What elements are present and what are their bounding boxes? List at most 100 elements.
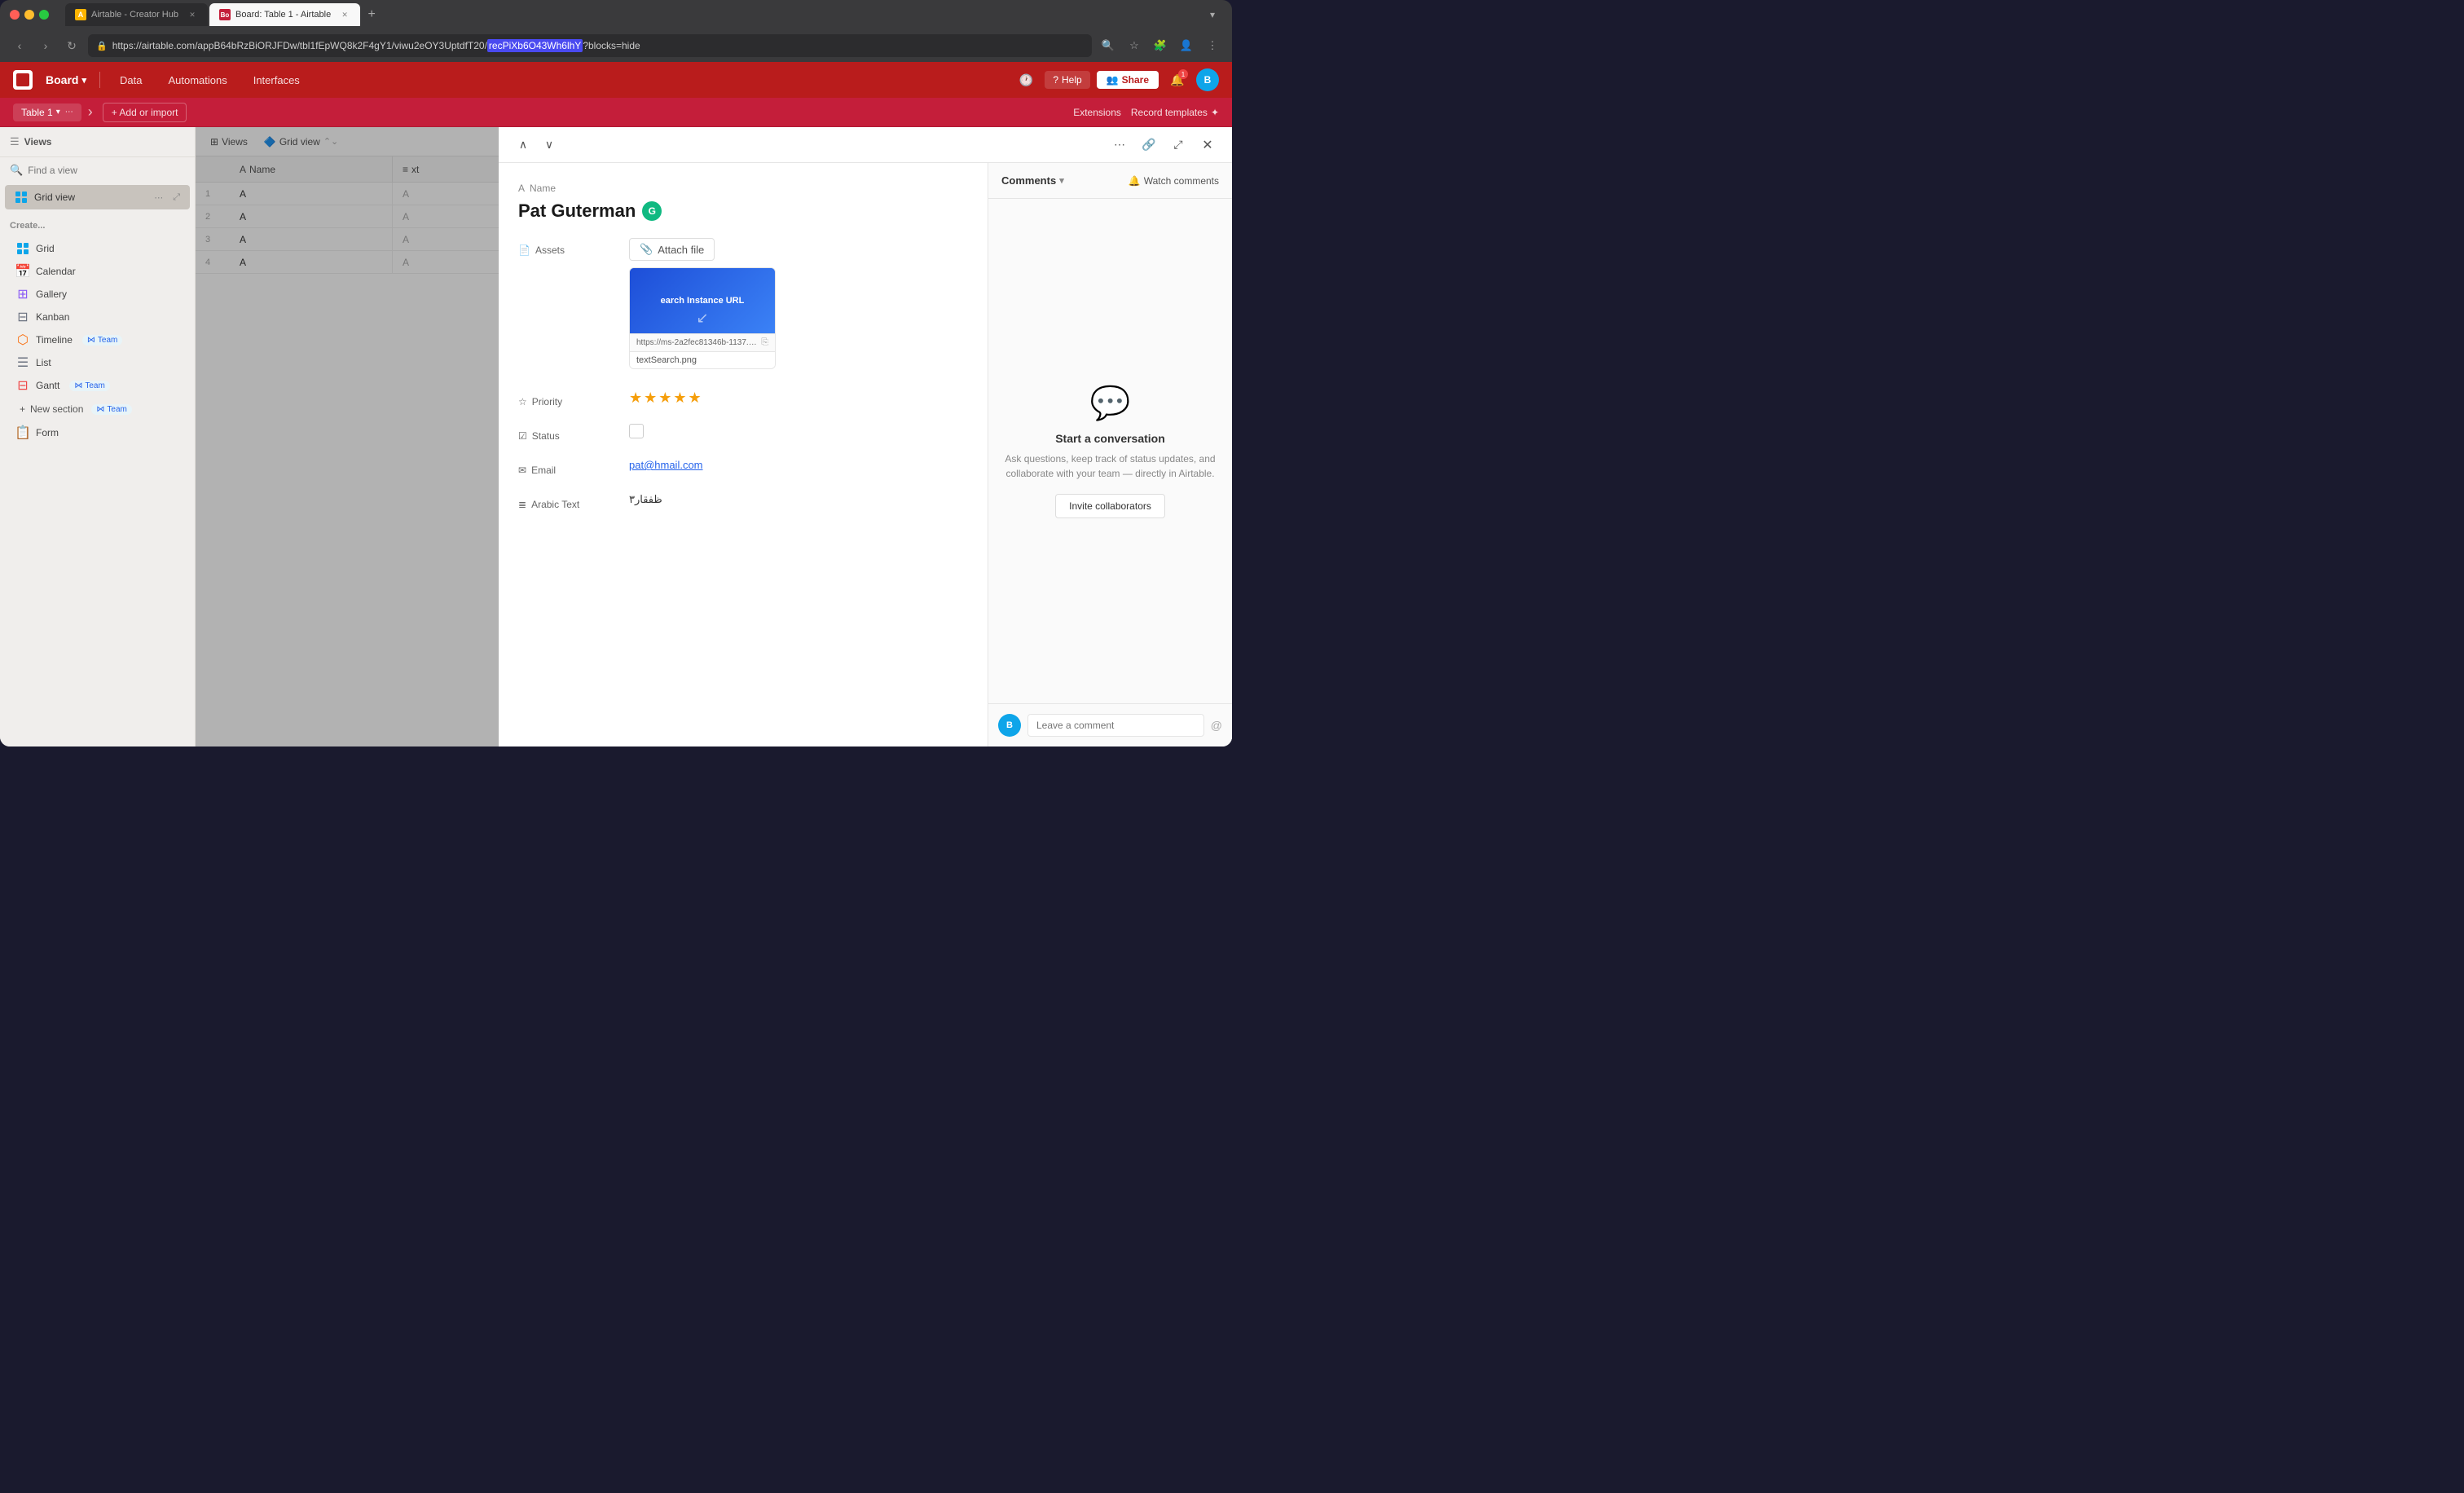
grid-view-more[interactable]: ⋯: [154, 192, 163, 203]
email-field-content[interactable]: pat@hmail.com: [629, 458, 968, 473]
bookmark-icon[interactable]: ☆: [1124, 36, 1144, 55]
at-mention-icon[interactable]: @: [1211, 719, 1222, 732]
notifications-button[interactable]: 🔔 1: [1165, 68, 1190, 92]
modal-link-btn[interactable]: 🔗: [1137, 134, 1160, 156]
new-section-item[interactable]: + New section ⋈ Team: [10, 397, 185, 421]
create-grid-icon: [16, 242, 29, 255]
menu-icon[interactable]: ⋮: [1203, 36, 1222, 55]
create-calendar-label: Calendar: [36, 266, 76, 277]
create-section: Create... Grid: [0, 211, 195, 454]
create-list-item[interactable]: ☰ List: [10, 351, 185, 374]
email-value[interactable]: pat@hmail.com: [629, 459, 703, 471]
top-nav: Board ▾ Data Automations Interfaces 🕐 ? …: [0, 62, 1232, 98]
maximize-window-btn[interactable]: [39, 10, 49, 20]
create-kanban-item[interactable]: ⊟ Kanban: [10, 306, 185, 328]
overlay-text-value: earch Instance URL: [661, 296, 745, 306]
tab-airtable-creator[interactable]: A Airtable - Creator Hub ✕: [65, 3, 208, 26]
invite-collaborators-btn[interactable]: Invite collaborators: [1055, 494, 1165, 518]
status-field-content[interactable]: [629, 424, 968, 438]
record-modal: ∧ ∨ ⋯ 🔗 ⤢ ✕: [499, 127, 1232, 746]
grid-area: ⊞ Views 🔷 Grid view ⌃⌄ A Name: [196, 127, 1232, 746]
url-highlight: recPiXb6O43Wh6lhY: [487, 39, 583, 52]
sidebar-menu-icon: ☰: [10, 135, 20, 148]
priority-stars[interactable]: ★★★★★: [629, 390, 703, 406]
forward-button[interactable]: ›: [36, 36, 55, 55]
attachment-copy-icon[interactable]: ⎘: [761, 337, 768, 348]
create-gantt-label: Gantt: [36, 380, 59, 391]
nav-brand[interactable]: Board ▾: [46, 73, 86, 86]
priority-field-label: ☆ Priority: [518, 390, 616, 407]
interfaces-nav-link[interactable]: Interfaces: [247, 71, 306, 90]
address-actions: 🔍 ☆ 🧩 👤 ⋮: [1098, 36, 1222, 55]
share-button[interactable]: 👥 Share: [1097, 71, 1159, 89]
find-view-input[interactable]: [28, 165, 185, 176]
attachment-card[interactable]: ↙ earch Instance URL: [629, 267, 776, 369]
address-bar: ‹ › ↻ 🔒 https://airtable.com/appB64bRzBi…: [0, 29, 1232, 62]
modal-close-btn[interactable]: ✕: [1196, 134, 1219, 156]
history-icon[interactable]: 🕐: [1014, 68, 1038, 92]
new-section-icon: +: [20, 403, 25, 415]
tab-airtable-close[interactable]: ✕: [187, 9, 198, 20]
attach-file-button[interactable]: 📎 Attach file: [629, 238, 715, 261]
reload-button[interactable]: ↻: [62, 36, 81, 55]
grid-view-expand[interactable]: ⤢: [173, 192, 180, 203]
create-form-item[interactable]: 📋 Form: [10, 421, 185, 444]
search-icon[interactable]: 🔍: [1098, 36, 1118, 55]
comments-chevron[interactable]: ▾: [1059, 175, 1064, 186]
watch-comments-btn[interactable]: 🔔 Watch comments: [1129, 175, 1219, 187]
modal-next-btn[interactable]: ∨: [538, 134, 561, 156]
priority-field-content[interactable]: ★★★★★: [629, 390, 968, 407]
status-field-row: ☑ Status: [518, 424, 968, 442]
add-import-button[interactable]: + Add or import: [103, 103, 187, 122]
user-avatar[interactable]: B: [1196, 68, 1219, 91]
modal-body: A Name Pat Guterman G: [499, 163, 1232, 746]
profile-icon[interactable]: 👤: [1177, 36, 1196, 55]
create-timeline-item[interactable]: ⬡ Timeline ⋈ Team: [10, 328, 185, 351]
start-conversation-title: Start a conversation: [1055, 432, 1165, 445]
main-content: ☰ Views 🔍 Grid: [0, 127, 1232, 746]
new-tab-button[interactable]: +: [362, 5, 381, 24]
create-timeline-icon: ⬡: [16, 333, 29, 346]
minimize-window-btn[interactable]: [24, 10, 34, 20]
automations-nav-link[interactable]: Automations: [161, 71, 233, 90]
arabic-text-icon: ≣: [518, 499, 526, 510]
modal-nav: ∧ ∨: [512, 134, 561, 156]
back-button[interactable]: ‹: [10, 36, 29, 55]
record-templates-button[interactable]: Record templates ✦: [1131, 107, 1219, 118]
attach-file-label: Attach file: [658, 244, 704, 256]
tab-board-close[interactable]: ✕: [339, 9, 350, 20]
record-title[interactable]: Pat Guterman G: [518, 200, 968, 222]
attachment-arrow-icon: ↙: [696, 310, 708, 327]
tab-dropdown-btn[interactable]: ▾: [1203, 5, 1222, 24]
grid-view-item[interactable]: Grid view ⋯ ⤢: [5, 185, 190, 209]
extensions-button[interactable]: Extensions: [1073, 107, 1121, 118]
arabic-text-label-text: Arabic Text: [531, 499, 579, 510]
table-tab-expand: ⋯: [65, 108, 73, 117]
create-calendar-item[interactable]: 📅 Calendar: [10, 260, 185, 283]
priority-icon: ☆: [518, 396, 527, 407]
create-gallery-item[interactable]: ⊞ Gallery: [10, 283, 185, 306]
modal-prev-btn[interactable]: ∧: [512, 134, 535, 156]
create-grid-item[interactable]: Grid: [10, 237, 185, 260]
table-tab[interactable]: Table 1 ▾ ⋯: [13, 103, 81, 121]
attachment-bg: ↙ earch Instance URL: [630, 268, 775, 333]
modal-expand-btn[interactable]: ⤢: [1167, 134, 1190, 156]
help-button[interactable]: ? Help: [1045, 71, 1089, 89]
comment-input[interactable]: [1027, 714, 1204, 737]
close-window-btn[interactable]: [10, 10, 20, 20]
create-gantt-item[interactable]: ⊟ Gantt ⋈ Team: [10, 374, 185, 397]
add-import-label: + Add or import: [112, 107, 178, 118]
data-nav-link[interactable]: Data: [113, 71, 148, 90]
name-field-icon: A: [518, 183, 525, 194]
add-table-chevron[interactable]: ›: [88, 103, 93, 121]
record-avatar: G: [642, 201, 662, 221]
url-bar[interactable]: 🔒 https://airtable.com/appB64bRzBiORJFDw…: [88, 34, 1092, 57]
name-field-label: A Name: [518, 183, 968, 194]
start-conversation-desc: Ask questions, keep track of status upda…: [1005, 451, 1216, 481]
tab-board-table[interactable]: Bo Board: Table 1 - Airtable ✕: [209, 3, 360, 26]
status-checkbox[interactable]: [629, 424, 644, 438]
arabic-text-field-content[interactable]: ظفقار٣: [629, 492, 968, 507]
extensions-icon[interactable]: 🧩: [1151, 36, 1170, 55]
create-gallery-label: Gallery: [36, 288, 67, 300]
modal-more-btn[interactable]: ⋯: [1108, 134, 1131, 156]
